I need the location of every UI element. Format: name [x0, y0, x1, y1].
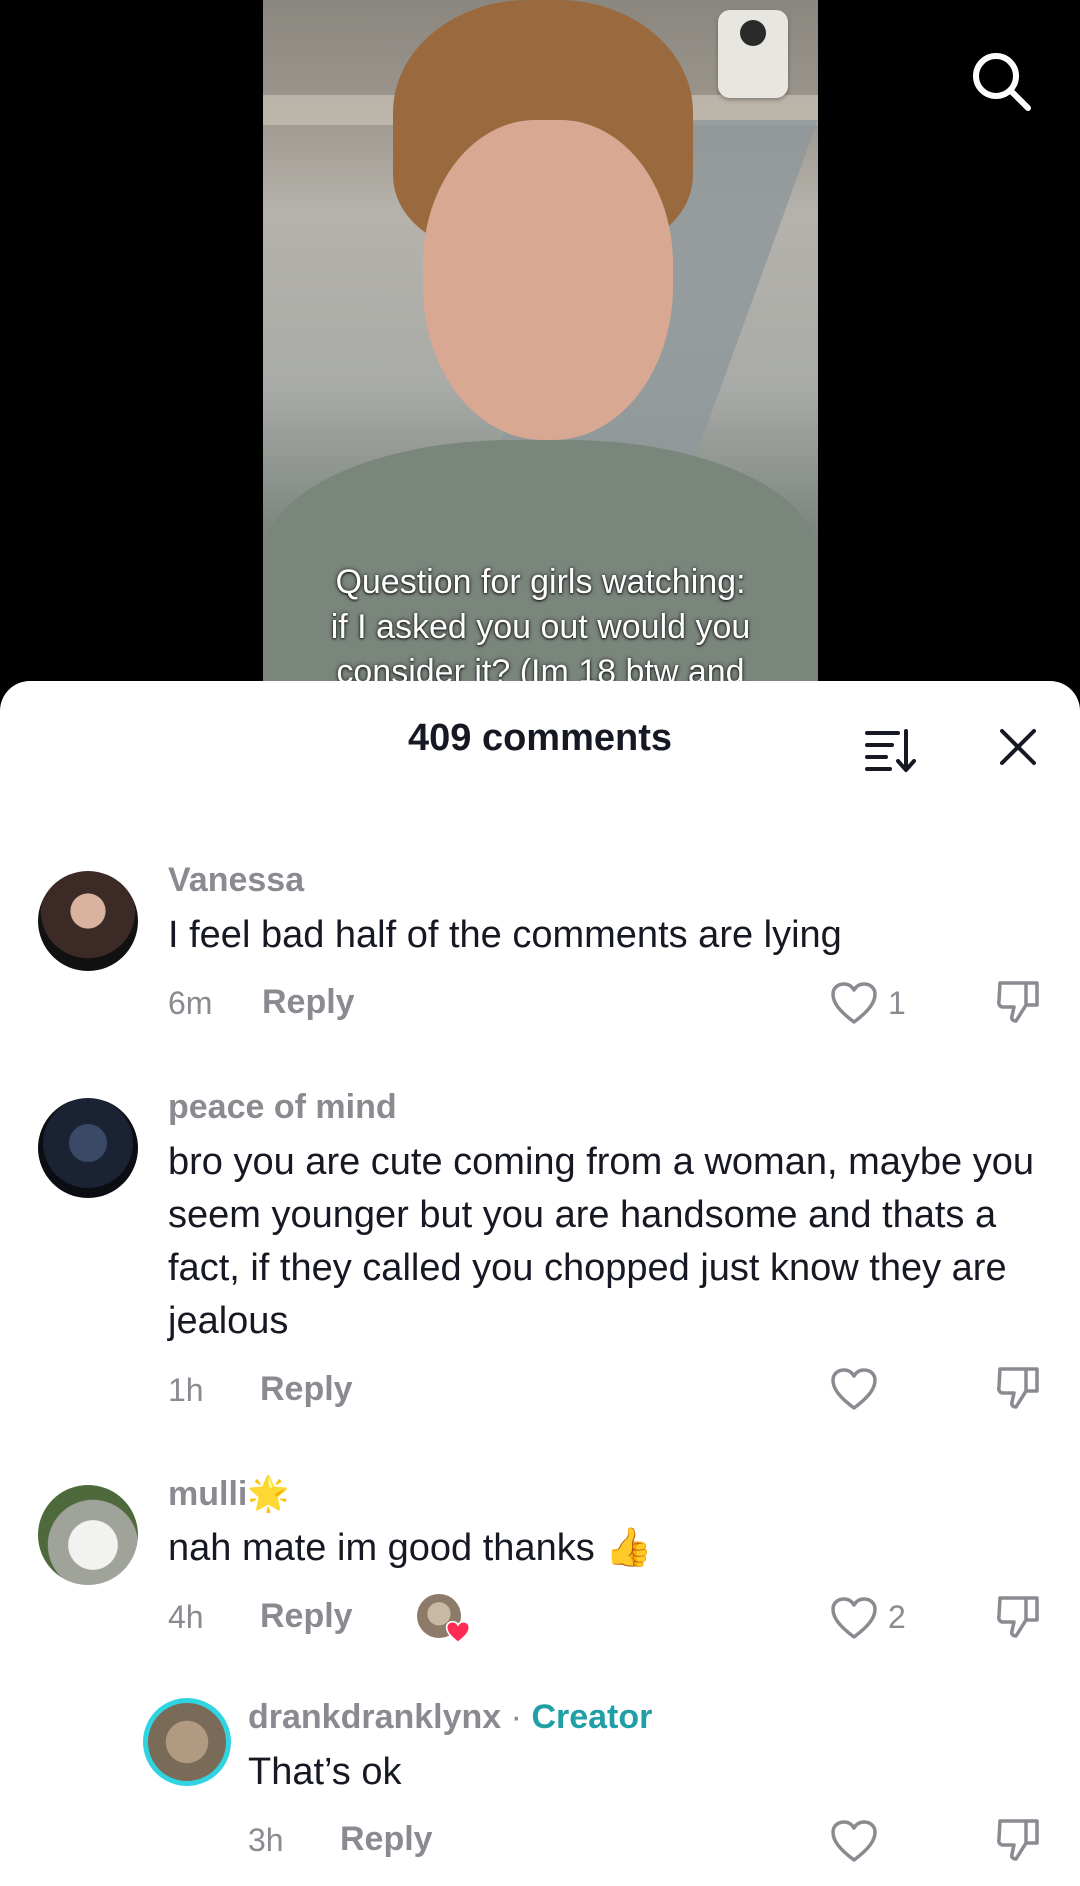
like-count: 1 [888, 985, 906, 1021]
comments-count-title: 409 comments [407, 717, 672, 759]
avatar[interactable] [38, 1485, 138, 1585]
reply-button[interactable]: Reply [340, 1820, 433, 1859]
creator-tag: Creator [531, 1698, 653, 1736]
reply-button[interactable]: Reply [262, 983, 355, 1022]
comment-username[interactable]: Vanessa [168, 861, 304, 900]
avatar[interactable] [38, 1098, 138, 1198]
speaker-device [718, 10, 788, 98]
thumbs-down-icon[interactable] [994, 977, 1042, 1025]
separator-dot: · [510, 1698, 522, 1736]
caption-line-1: Question for girls watching: [335, 563, 746, 601]
video-frame: Question for girls watching: if I asked … [263, 0, 818, 700]
reply-text: That’s ok [248, 1751, 402, 1793]
thumbs-down-icon[interactable] [994, 1592, 1042, 1640]
reply-button[interactable]: Reply [260, 1370, 353, 1409]
search-button[interactable] [968, 48, 1034, 114]
search-icon [973, 53, 1031, 111]
comment-text: bro you are cute coming from a woman, ma… [168, 1141, 1034, 1342]
reply-time: 3h [248, 1822, 284, 1858]
heart-outline-icon[interactable] [830, 1367, 878, 1411]
comment-time: 1h [168, 1372, 204, 1408]
comment-text: nah mate im good thanks 👍 [168, 1522, 1048, 1575]
caption-line-2: if I asked you out would you [330, 608, 751, 646]
avatar[interactable] [38, 871, 138, 971]
comment-time: 6m [168, 985, 213, 1021]
heart-outline-icon[interactable] [830, 1596, 878, 1640]
close-button[interactable] [996, 725, 1040, 769]
username-text: mulli [168, 1475, 248, 1513]
reply-username: drankdranklynx [248, 1698, 502, 1736]
heart-outline-icon[interactable] [830, 1819, 878, 1863]
comments-sheet: 409 comments Vanessa I feel bad half of … [0, 681, 1080, 1886]
comment-username[interactable]: peace of mind [168, 1088, 397, 1127]
video-player[interactable]: Question for girls watching: if I asked … [0, 0, 1080, 700]
sort-button[interactable] [864, 725, 916, 773]
heart-outline-icon[interactable] [830, 981, 878, 1025]
creator-avatar[interactable] [143, 1698, 231, 1786]
comment-username[interactable]: mulli🌟 [168, 1474, 290, 1514]
reply-username-row[interactable]: drankdranklynx · Creator [248, 1698, 652, 1737]
sparkle-emoji: 🌟 [247, 1475, 290, 1513]
thumbs-down-icon[interactable] [994, 1363, 1042, 1411]
reply-button[interactable]: Reply [260, 1597, 353, 1636]
like-count: 2 [888, 1599, 906, 1635]
person-face [423, 120, 673, 440]
thumbs-down-icon[interactable] [994, 1815, 1042, 1863]
close-icon [1000, 729, 1036, 765]
sort-icon [865, 729, 916, 772]
thumbs-up-emoji: 👍 [605, 1527, 653, 1569]
comment-time: 4h [168, 1599, 204, 1635]
comment-text-body: nah mate im good thanks [168, 1527, 595, 1569]
heart-filled-icon [445, 1620, 471, 1644]
comment-text: I feel bad half of the comments are lyin… [168, 914, 842, 956]
creator-liked-badge [417, 1594, 471, 1644]
video-caption: Question for girls watching: if I asked … [263, 560, 818, 695]
